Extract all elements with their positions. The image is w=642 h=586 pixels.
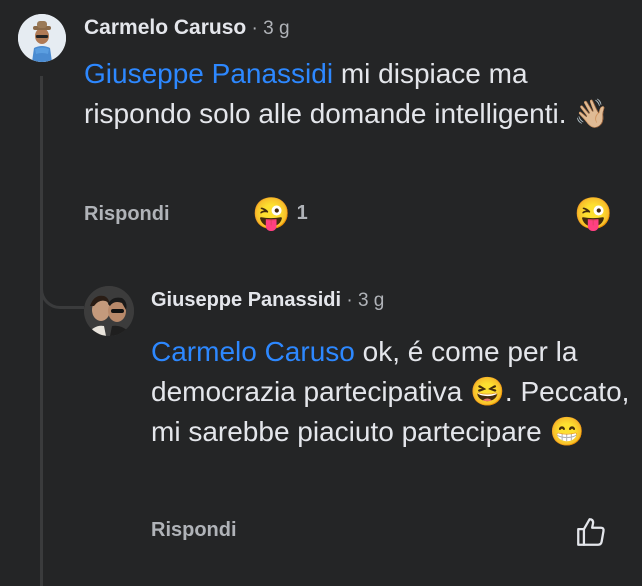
like-button[interactable] [574,515,608,549]
comment-timestamp: · 3 g [341,290,385,311]
thumbs-up-icon [577,518,605,546]
avatar-person-icon [18,14,66,62]
reply-button[interactable]: Rispondi [151,519,237,542]
author-name[interactable]: Carmelo Caruso [84,16,246,39]
mention-link[interactable]: Carmelo Caruso [151,336,355,367]
reaction-count: 1 [296,202,308,224]
author-name[interactable]: Giuseppe Panassidi [151,289,341,311]
react-button[interactable]: 😜 [574,198,613,229]
mention-link[interactable]: Giuseppe Panassidi [84,58,333,89]
comment-body: Carmelo Caruso ok, é come per la democra… [151,332,631,452]
comment-timestamp: · 3 g [246,18,290,39]
avatar-giuseppe-panassidi[interactable] [84,286,134,336]
thread-line [40,76,43,586]
comment-body: Giuseppe Panassidi mi dispiace ma rispon… [84,54,634,134]
reaction-summary[interactable]: 😜 1 [252,198,308,229]
avatar-carmelo-caruso[interactable] [18,14,66,62]
thread-branch-line [40,245,84,309]
waving-hand-emoji: 👋🏼 [574,98,610,129]
comment-author[interactable]: Carmelo Caruso · 3 g [84,16,290,40]
reply-button[interactable]: Rispondi [84,203,170,226]
winking-tongue-emoji-icon: 😜 [252,196,291,231]
grinning-emoji: 😁 [549,416,585,447]
comment-author[interactable]: Giuseppe Panassidi · 3 g [151,289,384,312]
laughing-emoji: 😆 [470,376,505,407]
avatar-couple-icon [84,286,134,336]
